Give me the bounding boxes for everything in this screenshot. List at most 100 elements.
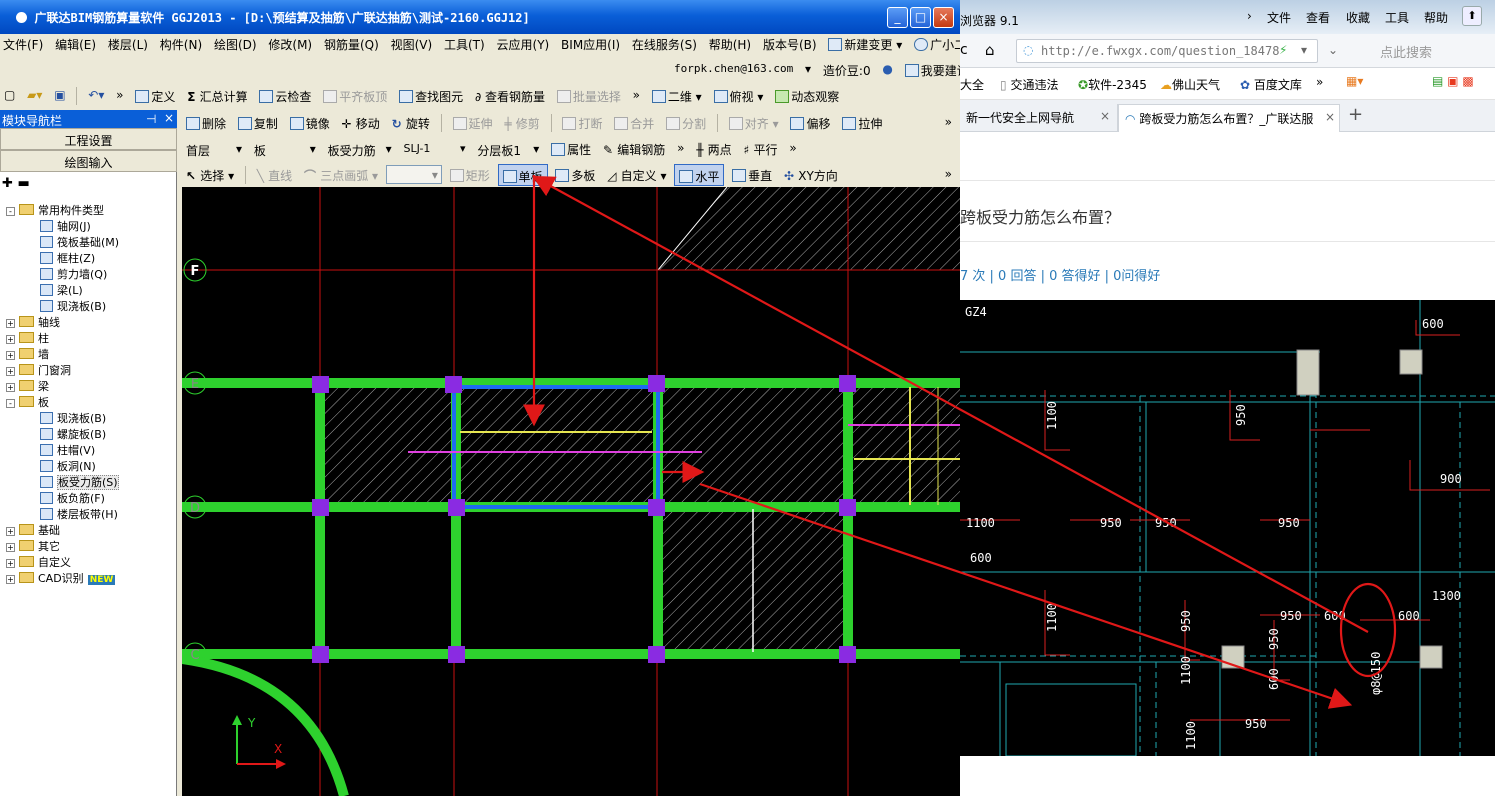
notify-icon[interactable]: ● <box>878 57 896 83</box>
slab-hatch[interactable] <box>848 387 960 505</box>
toolbar1-overflow-icon[interactable]: » <box>629 83 644 109</box>
tree-folder[interactable]: -板 <box>6 394 49 410</box>
batch-select-button[interactable]: 批量选择 <box>553 83 625 109</box>
arc-param-select[interactable]: ▾ <box>385 165 442 184</box>
apps-grid-icon[interactable]: ▦▾ <box>1346 74 1363 88</box>
tree-folder[interactable]: + 墙 <box>6 346 49 362</box>
toolbar4-overflow-icon[interactable]: » <box>941 162 956 188</box>
reload-icon[interactable]: c <box>960 42 968 58</box>
dynamic-view-button[interactable]: 动态观察 <box>771 83 843 109</box>
expand-icon[interactable]: + <box>6 575 15 584</box>
break-button[interactable]: 打断 <box>558 110 606 136</box>
menu-bim[interactable]: BIM应用(I) <box>558 34 625 53</box>
expand-icon[interactable]: + <box>6 335 15 344</box>
new-tab-button[interactable]: + <box>1348 104 1363 125</box>
browser-menu-file[interactable]: 文件 <box>1267 9 1291 26</box>
subtype-select[interactable]: 板受力筋 ▾ <box>324 139 396 158</box>
tree-item[interactable]: 螺旋板(B) <box>40 426 106 442</box>
fav-item-2345[interactable]: ✪软件-2345 <box>1078 76 1147 93</box>
project-settings-button[interactable]: 工程设置 <box>0 128 177 150</box>
rebar-code-select[interactable]: SLJ-1 ▾ <box>399 139 469 158</box>
menu-floor[interactable]: 楼层(L) <box>105 34 153 53</box>
tree-folder[interactable]: + 自定义 <box>6 554 71 570</box>
drawing-input-button[interactable]: 绘图输入 <box>0 150 177 172</box>
xy-direction-tool[interactable]: ✣ XY方向 <box>780 162 842 188</box>
view-rebar-button[interactable]: ∂ 查看钢筋量 <box>471 83 549 109</box>
fav-item-weather[interactable]: ☁佛山天气 <box>1160 76 1220 93</box>
tree-folder[interactable]: + 其它 <box>6 538 60 554</box>
undo-icon[interactable]: ↶▾ <box>84 83 108 109</box>
vertical-tool[interactable]: 垂直 <box>728 162 776 188</box>
menu-help[interactable]: 帮助(H) <box>706 34 756 53</box>
menu-file[interactable]: 文件(F) <box>0 34 48 53</box>
account-dropdown-icon[interactable]: ▾ <box>801 57 815 83</box>
rectangle-tool[interactable]: 矩形 <box>446 162 494 188</box>
home-icon[interactable]: ⌂ <box>985 41 995 59</box>
tree-item[interactable]: 板负筋(F) <box>40 490 105 506</box>
fav-toolbar-icons[interactable]: ▤ ▣ ▩ <box>1432 74 1474 88</box>
tree-item[interactable]: 柱帽(V) <box>40 442 95 458</box>
account-email[interactable]: forpk.chen@163.com <box>640 57 797 83</box>
browser-menu-tools[interactable]: 工具 <box>1385 9 1409 26</box>
drawing-canvas[interactable]: F E D C Y X <box>182 187 960 796</box>
nav-close-icon[interactable]: × <box>164 111 174 125</box>
edit-rebar-button[interactable]: ✎ 编辑钢筋 <box>599 136 669 162</box>
offset-button[interactable]: 偏移 <box>786 110 834 136</box>
tab-navigation[interactable]: 新一代安全上网导航 × <box>960 104 1118 132</box>
fav-item-daquan[interactable]: 大全 <box>960 76 984 93</box>
define-button[interactable]: 定义 <box>131 83 179 109</box>
align-button[interactable]: 对齐 ▾ <box>725 110 783 136</box>
view-2d-dropdown[interactable]: 二维 ▾ <box>648 83 706 109</box>
tree-folder[interactable]: + 柱 <box>6 330 49 346</box>
new-file-icon[interactable]: ▢ <box>0 83 19 109</box>
tree-item[interactable]: 板洞(N) <box>40 458 96 474</box>
collapse-all-icon[interactable]: ▬ <box>17 176 29 191</box>
type-select[interactable]: 板 ▾ <box>250 139 320 158</box>
tree-item[interactable]: 筏板基础(M) <box>40 234 119 250</box>
two-point-button[interactable]: ╫ 两点 <box>692 136 735 162</box>
tab-close-icon[interactable]: × <box>1325 110 1335 124</box>
layer-select[interactable]: 分层板1 ▾ <box>473 139 543 158</box>
toolbar2-overflow-icon[interactable]: » <box>941 110 956 136</box>
calc-summary-button[interactable]: Σ 汇总计算 <box>183 83 251 109</box>
save-icon[interactable]: ▣ <box>50 83 69 109</box>
merge-button[interactable]: 合并 <box>610 110 658 136</box>
top-view-dropdown[interactable]: 俯视 ▾ <box>710 83 768 109</box>
menu-edit[interactable]: 编辑(E) <box>52 34 101 53</box>
tree-folder[interactable]: + 轴线 <box>6 314 60 330</box>
expand-icon[interactable]: + <box>6 527 15 536</box>
rotate-button[interactable]: ↻ 旋转 <box>388 110 434 136</box>
url-text[interactable]: http://e.fwxgx.com/question_18478 <box>1041 44 1279 58</box>
minimize-button[interactable]: _ <box>887 7 908 28</box>
cloud-check-button[interactable]: 云检查 <box>255 83 315 109</box>
menu-component[interactable]: 构件(N) <box>157 34 207 53</box>
tree-item[interactable]: 现浇板(B) <box>40 298 106 314</box>
delete-button[interactable]: 删除 <box>182 110 230 136</box>
flush-slab-top-button[interactable]: 平齐板顶 <box>319 83 391 109</box>
url-dropdown-icon[interactable]: ▾ <box>1301 43 1307 57</box>
expand-icon[interactable]: + <box>6 383 15 392</box>
toolbar-overflow-icon[interactable]: » <box>112 83 127 109</box>
tree-folder[interactable]: + 基础 <box>6 522 60 538</box>
toolbar3b-overflow-icon[interactable]: » <box>785 136 800 162</box>
fav-item-wenku[interactable]: ✿ 百度文库 <box>1240 76 1302 93</box>
trim-button[interactable]: ╪ 修剪 <box>500 110 543 136</box>
tree-folder[interactable]: + CAD识别 NEW <box>6 570 116 586</box>
select-tool[interactable]: ↖ 选择 ▾ <box>182 162 238 188</box>
slab-hatch[interactable] <box>658 187 960 270</box>
slab-hatch[interactable] <box>324 387 454 505</box>
feedback-link[interactable]: 我要建议 <box>901 57 960 83</box>
menu-assistant[interactable]: 广小二 <box>911 34 960 53</box>
fav-overflow-icon[interactable]: » <box>1316 75 1323 89</box>
extend-button[interactable]: 延伸 <box>449 110 497 136</box>
menu-draw[interactable]: 绘图(D) <box>211 34 262 53</box>
speedup-icon[interactable]: ⚡ <box>1279 43 1287 57</box>
drawing-svg[interactable]: F E D C Y X <box>182 187 960 796</box>
toolbar3-overflow-icon[interactable]: » <box>673 136 688 162</box>
property-button[interactable]: 属性 <box>547 136 595 162</box>
collapse-icon[interactable]: - <box>6 207 15 216</box>
close-button[interactable]: × <box>933 7 954 28</box>
fav-item-traffic[interactable]: ▯ 交通违法 <box>1000 76 1058 93</box>
menu-new-change[interactable]: 新建变更 ▾ <box>825 34 907 53</box>
menu-rebar[interactable]: 钢筋量(Q) <box>321 34 384 53</box>
